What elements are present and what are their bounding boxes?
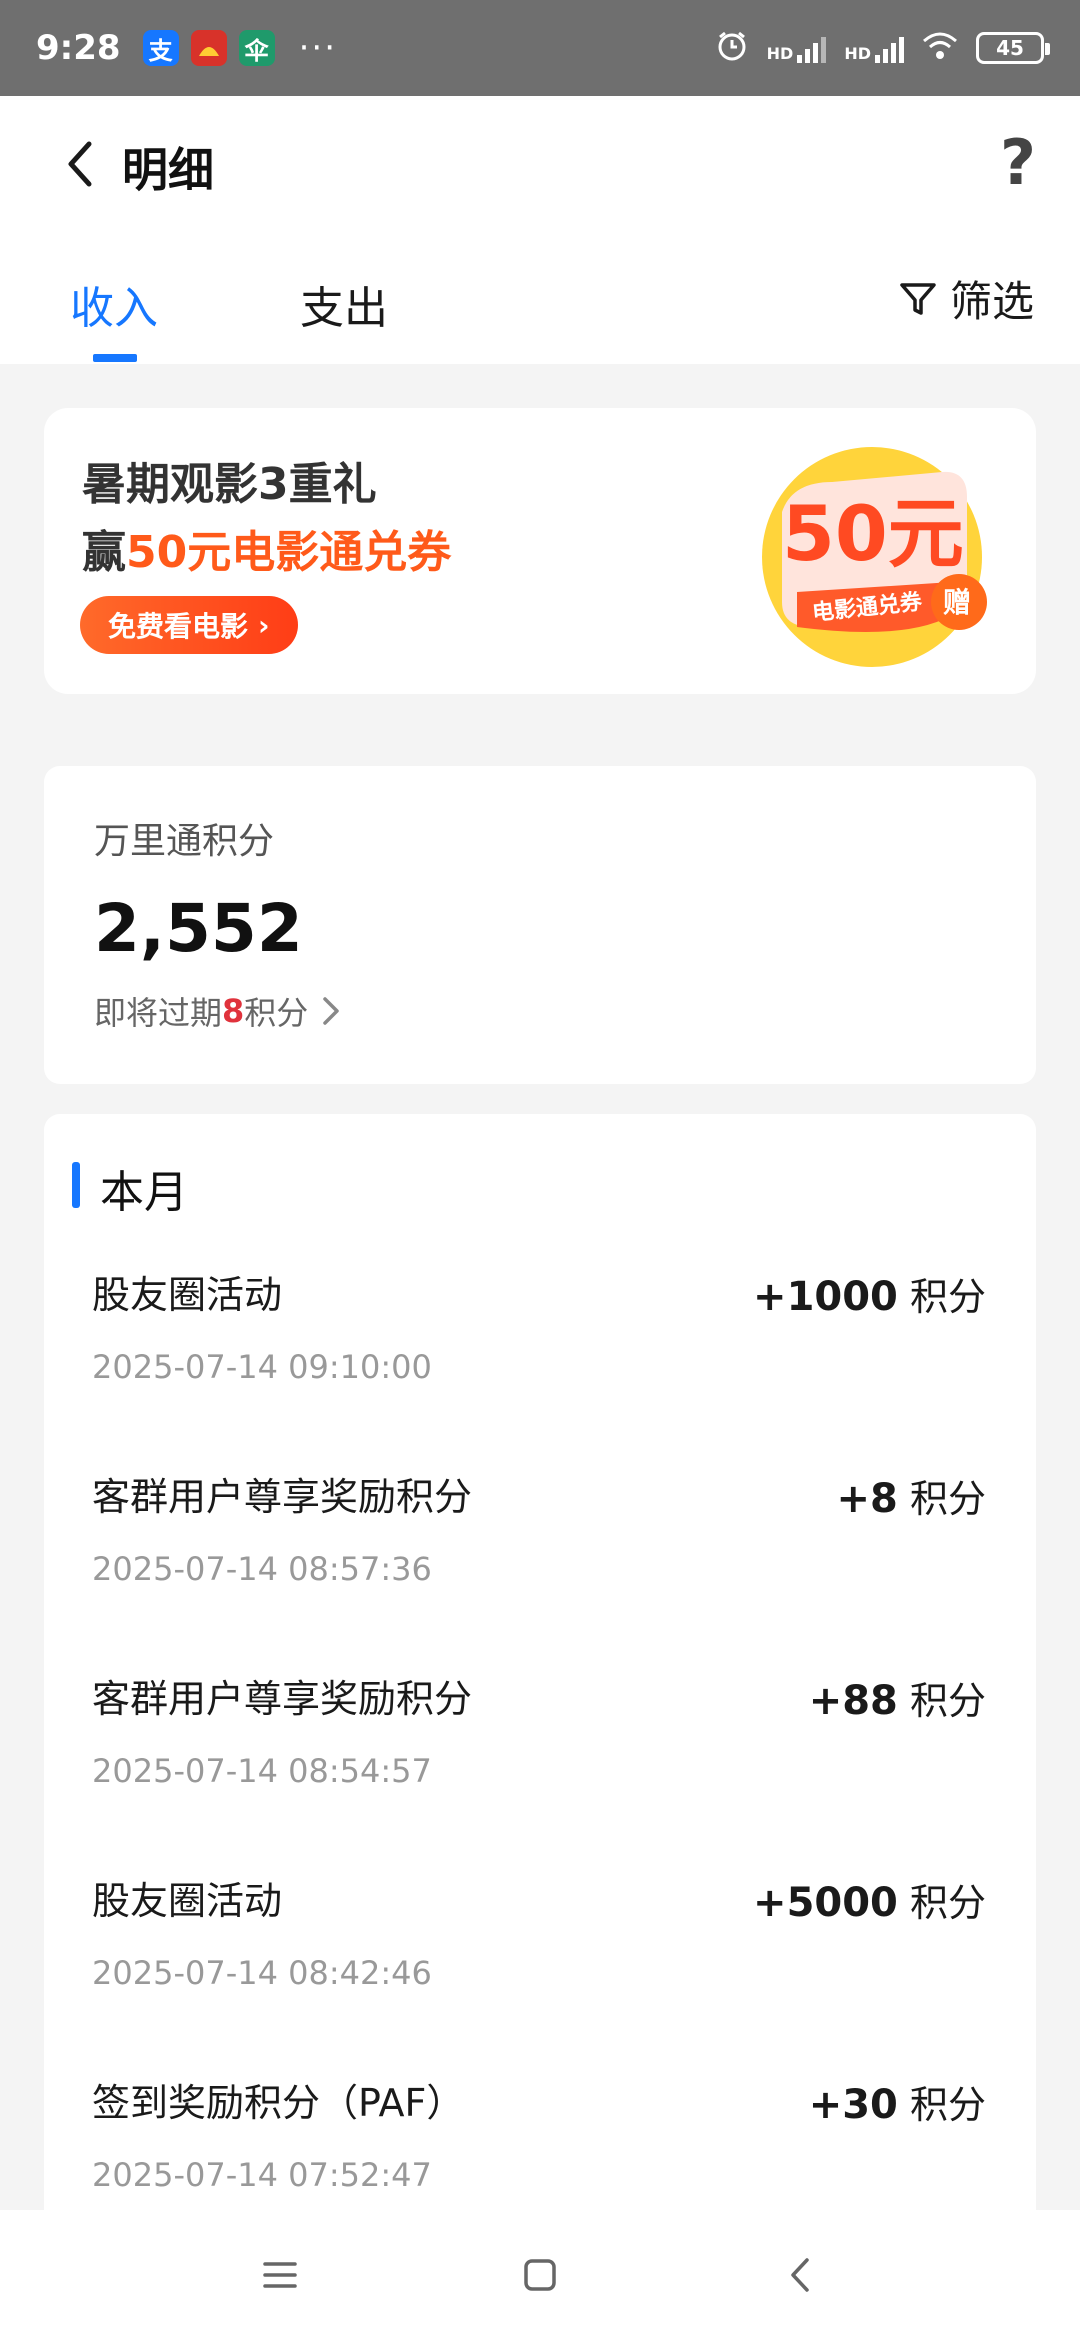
page-title: 明细 [122,143,214,197]
month-heading: 本月 [100,1167,188,1218]
status-time: 9:28 [36,28,121,68]
signal-1-icon: HD [767,33,827,63]
help-icon[interactable]: ? [1000,126,1036,199]
system-back-button[interactable] [770,2245,830,2305]
back-icon [791,2258,809,2292]
alarm-icon [715,29,749,67]
item-amount: +1000 积分 [753,1266,986,1321]
menu-button[interactable] [250,2245,310,2305]
chevron-right-icon: › [258,608,270,642]
points-card: 万里通积分 2,552 即将过期 8 积分 [44,766,1036,1084]
item-time: 2025-07-14 07:52:47 [92,2156,432,2194]
points-label: 万里通积分 [94,821,275,862]
expiring-points-link[interactable]: 即将过期 8 积分 [94,988,340,1034]
list-item[interactable]: 客群用户尊享奖励积分 2025-07-14 08:54:57 +88 积分 [44,1668,1036,1870]
watch-movie-button[interactable]: 免费看电影 › [80,596,298,654]
points-balance: 2,552 [94,890,303,967]
coupon-amount: 50元 [782,489,964,578]
travel-app-icon: 伞 [238,30,275,66]
wifi-icon [922,31,958,65]
item-time: 2025-07-14 08:54:57 [92,1752,432,1790]
movie-coupon-illustration: 50元 电影通兑券 赠 [762,447,987,667]
back-button[interactable] [56,140,104,188]
tab-income[interactable]: 收入 [70,272,158,336]
item-amount: +5000 积分 [753,1872,986,1927]
alipay-icon: 支 [142,30,179,66]
item-amount-unit: 积分 [909,1881,986,1925]
item-amount-unit: 积分 [909,1477,986,1521]
signal-2-icon: HD [844,33,904,63]
expire-count: 8 [222,992,245,1030]
item-amount-value: +30 [808,2082,898,2128]
watch-movie-label: 免费看电影 [108,610,249,643]
item-time: 2025-07-14 08:42:46 [92,1954,432,1992]
item-amount: +88 积分 [809,1670,986,1725]
battery-level: 45 [996,36,1024,60]
filter-button[interactable]: 筛选 [898,268,1034,329]
list-item[interactable]: 客群用户尊享奖励积分 2025-07-14 08:57:36 +8 积分 [44,1466,1036,1668]
expire-suffix: 积分 [244,994,309,1032]
filter-icon [900,282,936,315]
item-title: 客群用户尊享奖励积分 [92,1475,473,1519]
item-amount-value: +88 [808,1678,898,1724]
bank-app-icon [190,30,227,66]
home-icon [524,2259,556,2291]
item-amount-value: +8 [836,1476,898,1522]
item-amount: +8 积分 [837,1468,986,1523]
more-notifications-icon: ··· [298,28,338,68]
gift-badge: 赠 [943,586,971,619]
battery-icon: 45 [976,32,1050,64]
item-amount-value: +5000 [753,1880,898,1926]
banner-subtitle-prefix: 赢 [82,527,126,578]
item-amount-unit: 积分 [909,2083,986,2127]
item-amount: +30 积分 [809,2074,986,2129]
status-bar: 9:28 支 伞 ··· HD HD 45 [0,0,1080,96]
item-title: 客群用户尊享奖励积分 [92,1677,473,1721]
item-amount-unit: 积分 [909,1275,986,1319]
list-item[interactable]: 股友圈活动 2025-07-14 08:42:46 +5000 积分 [44,1870,1036,2072]
home-button[interactable] [510,2245,570,2305]
page-header: 明细 ? 收入 支出 筛选 [0,96,1080,364]
signal-1-label: HD [766,44,794,63]
item-amount-value: +1000 [753,1274,898,1320]
expire-prefix: 即将过期 [94,994,223,1032]
chevron-right-icon [323,997,340,1025]
system-nav-bar [0,2210,1080,2340]
promo-banner[interactable]: 暑期观影3重礼 赢50元电影通兑券 免费看电影 › 50元 电影通兑券 赠 [44,408,1036,694]
tab-expense[interactable]: 支出 [300,272,388,336]
list-item[interactable]: 股友圈活动 2025-07-14 09:10:00 +1000 积分 [44,1264,1036,1466]
banner-title: 暑期观影3重礼 [82,459,377,510]
item-time: 2025-07-14 09:10:00 [92,1348,432,1386]
transaction-list-card: 本月 股友圈活动 2025-07-14 09:10:00 +1000 积分 客群… [44,1114,1036,2234]
signal-2-label: HD [844,44,871,63]
item-title: 股友圈活动 [92,1273,283,1317]
active-tab-indicator [93,354,137,362]
filter-label: 筛选 [949,277,1034,326]
banner-subtitle-highlight: 50元电影通兑券 [126,527,452,578]
item-title: 股友圈活动 [92,1879,283,1923]
menu-icon [263,2262,297,2288]
item-title: 签到奖励积分（PAF） [92,2081,465,2125]
banner-subtitle: 赢50元电影通兑券 [82,516,451,580]
item-time: 2025-07-14 08:57:36 [92,1550,432,1588]
chevron-left-icon [68,141,92,187]
item-amount-unit: 积分 [909,1679,986,1723]
month-marker [72,1162,80,1208]
